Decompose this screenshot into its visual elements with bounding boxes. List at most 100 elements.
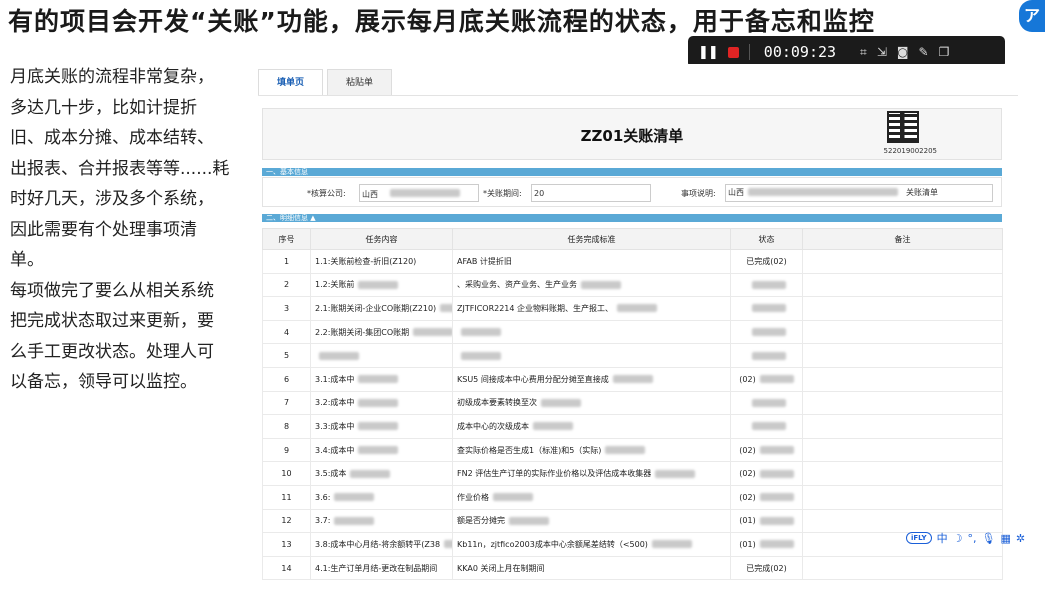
row-status[interactable]: 已完成(02) [730, 249, 803, 274]
redacted [440, 304, 452, 313]
mic-icon[interactable]: 🎙 [982, 532, 996, 545]
redacted [319, 351, 359, 360]
row-task: 3.4:成本中 [310, 437, 453, 463]
moon-icon[interactable]: ☽ [953, 532, 963, 545]
header-remark: 备注 [802, 228, 1003, 250]
table-row[interactable]: 5 [262, 343, 1003, 368]
row-seq: 10 [262, 461, 311, 486]
row-seq: 1 [262, 249, 311, 274]
row-status[interactable]: 已完成(02) [730, 555, 803, 581]
row-remark[interactable] [802, 319, 1003, 345]
company-label: *核算公司: [307, 189, 346, 198]
settings-icon[interactable]: ✲ [1016, 532, 1025, 545]
tab-fill-page[interactable]: 填单页 [258, 69, 324, 95]
row-status[interactable]: (02) [730, 437, 803, 463]
row-status[interactable]: (02) [730, 366, 803, 392]
row-status[interactable] [730, 343, 803, 368]
tab-paste-page[interactable]: 粘贴单 [327, 69, 393, 95]
pen-icon[interactable]: ✎ [919, 45, 929, 59]
row-standard [452, 343, 731, 368]
row-standard: Kb11n，zjtfico2003成本中心余额尾差结转（<500) [452, 532, 731, 557]
row-status[interactable]: (01) [730, 508, 803, 534]
screenshot-area-icon[interactable]: ⌗ [860, 45, 867, 60]
collapse-chevron-icon[interactable]: ▲ [310, 214, 315, 222]
table-row[interactable]: 9 3.4:成本中 查实际价格是否生成1（标准)和5（实际) (02) [262, 437, 1003, 463]
paragraph-1: 月底关账的流程非常复杂，多达几十步，比如计提折旧、成本分摊、成本结转、出报表、合… [10, 67, 230, 270]
redacted [444, 540, 452, 549]
row-status[interactable] [730, 272, 803, 298]
redacted [358, 422, 399, 431]
language-toggle[interactable]: 中 [937, 530, 948, 546]
row-remark[interactable] [802, 414, 1003, 439]
row-remark[interactable] [802, 461, 1003, 486]
row-status[interactable] [730, 414, 803, 439]
row-remark[interactable] [802, 249, 1003, 274]
redacted [461, 328, 501, 337]
row-status[interactable]: (01) [730, 532, 803, 557]
redacted [751, 280, 786, 289]
row-standard: AFAB 计提折旧 [452, 249, 731, 274]
table-row[interactable]: 2 1.2:关账前 、采购业务、资产业务、生产业务 [262, 272, 1003, 298]
header-seq: 序号 [262, 228, 311, 250]
row-standard: 初级成本要素转换至次 [452, 390, 731, 416]
table-row[interactable]: 13 3.8:成本中心月结-将余额转平(Z38 Kb11n，zjtfico2003成… [262, 532, 1003, 557]
row-remark[interactable] [802, 272, 1003, 298]
row-status[interactable]: (02) [730, 461, 803, 486]
row-standard: 成本中心的次级成本 [452, 414, 731, 439]
slide-title: 有的项目会开发“关账”功能，展示每月底关账流程的状态，用于备忘和监控 [8, 7, 875, 36]
redacted [350, 469, 391, 478]
row-standard: 额是否分摊完 [452, 508, 731, 534]
punctuation-icon[interactable]: °, [968, 532, 977, 545]
row-status[interactable] [730, 390, 803, 416]
row-standard: KSU5 间接成本中心费用分配分摊至直接成 [452, 366, 731, 392]
redacted [358, 398, 399, 407]
row-task: 3.8:成本中心月结-将余额转平(Z38 [310, 532, 453, 557]
table-row[interactable]: 6 3.1:成本中 KSU5 间接成本中心费用分配分摊至直接成 (02) [262, 366, 1003, 392]
company-field[interactable]: 山西 [359, 184, 479, 202]
collapse-icon[interactable]: ⇲ [877, 45, 887, 59]
redacted [751, 422, 786, 431]
row-remark[interactable] [802, 366, 1003, 392]
row-remark[interactable] [802, 296, 1003, 321]
row-remark[interactable] [802, 437, 1003, 463]
table-row[interactable]: 10 3.5:成本 FN2 评估生产订单的实际作业价格以及评估成本收集器 (02) [262, 461, 1003, 486]
explanation-text: 月底关账的流程非常复杂，多达几十步，比如计提折旧、成本分摊、成本结转、出报表、合… [10, 62, 230, 398]
table-row[interactable]: 14 4.1:生产订单月结-更改在制品期间 KKA0 关闭上月在制期间 已完成(02) [262, 555, 1003, 581]
row-status[interactable]: (02) [730, 484, 803, 510]
row-status[interactable] [730, 319, 803, 345]
table-row[interactable]: 8 3.3:成本中 成本中心的次级成本 [262, 414, 1003, 439]
table-row[interactable]: 12 3.7: 额是否分摊完 (01) [262, 508, 1003, 534]
row-remark[interactable] [802, 555, 1003, 581]
window-icon[interactable]: ❐ [939, 45, 950, 59]
keyboard-icon[interactable]: ▦ [1000, 532, 1010, 545]
ifly-logo: iFLY [906, 532, 932, 544]
redacted [759, 375, 794, 384]
table-row[interactable]: 3 2.1:账期关闭-企业CO账期(Z210) ZJTFICOR2214 企业物料账… [262, 296, 1003, 321]
pause-icon[interactable]: ❚❚ [698, 45, 719, 60]
row-seq: 12 [262, 508, 311, 534]
row-seq: 3 [262, 296, 311, 321]
desc-field[interactable]: 山西 关账清单 [725, 184, 993, 202]
company-value: 山西 [362, 190, 378, 199]
period-value: 20 [534, 189, 545, 198]
table-row[interactable]: 11 3.6: 作业价格 (02) [262, 484, 1003, 510]
row-task: 2.2:账期关闭-集团CO账期 [310, 319, 453, 345]
table-row[interactable]: 4 2.2:账期关闭-集团CO账期 [262, 319, 1003, 345]
header-standard: 任务完成标准 [452, 228, 731, 250]
row-seq: 14 [262, 555, 311, 581]
camera-icon[interactable]: ◙ [897, 45, 909, 59]
stop-icon[interactable] [727, 46, 739, 58]
row-seq: 7 [262, 390, 311, 416]
row-standard: ZJTFICOR2214 企业物料账期、生产报工、 [452, 296, 731, 321]
period-field[interactable]: 20 [531, 184, 651, 202]
row-status[interactable] [730, 296, 803, 321]
table-row[interactable]: 7 3.2:成本中 初级成本要素转换至次 [262, 390, 1003, 416]
row-task: 3.5:成本 [310, 461, 453, 486]
row-standard: KKA0 关闭上月在制期间 [452, 555, 731, 581]
redacted [748, 188, 898, 196]
row-remark[interactable] [802, 484, 1003, 510]
tab-bar: 填单页 粘贴单 [258, 64, 1018, 96]
table-row[interactable]: 1 1.1:关账前检查-折旧(Z120) AFAB 计提折旧 已完成(02) [262, 249, 1003, 274]
row-remark[interactable] [802, 343, 1003, 368]
row-remark[interactable] [802, 390, 1003, 416]
